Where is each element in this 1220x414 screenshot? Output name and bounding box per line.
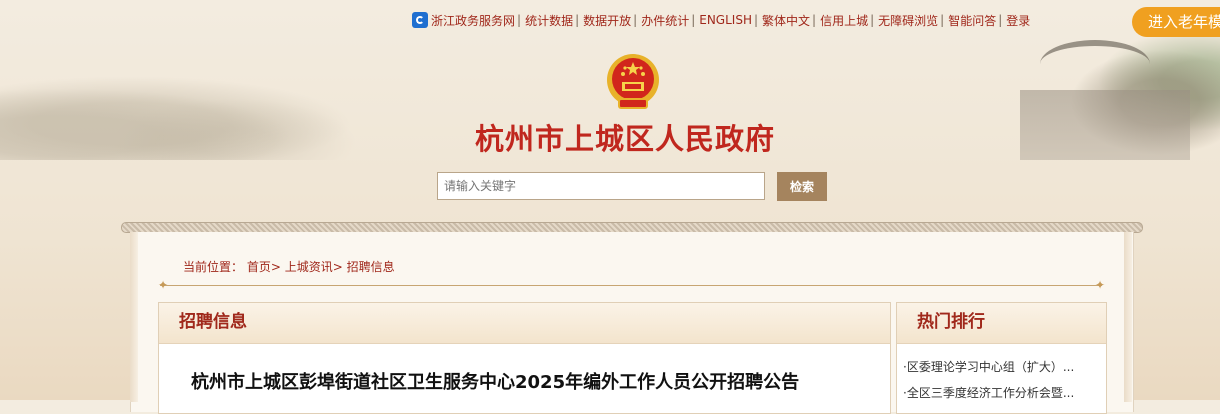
breadcrumb-home[interactable]: 首页 xyxy=(247,260,271,274)
nav-separator: | xyxy=(517,13,522,27)
breadcrumb-separator: > xyxy=(332,260,347,274)
nav-smart-qa[interactable]: 智能问答 xyxy=(948,12,996,29)
article-title: 杭州市上城区彭埠街道社区卫生服务中心2025年编外工作人员公开招聘公告 xyxy=(191,372,800,393)
list-item[interactable]: ·全区三季度经济工作分析会暨... xyxy=(903,380,1106,406)
nav-separator: | xyxy=(691,13,696,27)
list-item[interactable]: ·区委理论学习中心组（扩大）... xyxy=(903,354,1106,380)
breadcrumb-label: 当前位置： xyxy=(183,260,244,274)
ornament-left-icon: ✦ xyxy=(157,278,169,292)
top-navigation: 浙江政务服务网 | 统计数据 | 数据开放 | 办件统计 | ENGLISH |… xyxy=(412,10,1030,30)
nav-login[interactable]: 登录 xyxy=(1006,12,1030,29)
nav-separator: | xyxy=(940,13,945,27)
nav-english[interactable]: ENGLISH xyxy=(699,13,752,27)
search-input[interactable] xyxy=(437,172,765,200)
background-wall xyxy=(1020,90,1190,160)
nav-separator: | xyxy=(870,13,875,27)
background-landscape xyxy=(0,40,520,160)
nav-separator: | xyxy=(812,13,817,27)
nav-credit[interactable]: 信用上城 xyxy=(820,12,868,29)
scroll-left-edge xyxy=(130,232,138,402)
nav-traditional-chinese[interactable]: 繁体中文 xyxy=(762,12,810,29)
nav-accessibility[interactable]: 无障碍浏览 xyxy=(878,12,938,29)
national-emblem-icon xyxy=(607,54,659,109)
main-section-header: 招聘信息 xyxy=(159,303,890,344)
section-title: 招聘信息 xyxy=(179,312,247,332)
hot-ranking-header: 热门排行 xyxy=(897,303,1106,344)
nav-separator: | xyxy=(633,13,638,27)
nav-separator: | xyxy=(998,13,1003,27)
main-content-box: 招聘信息 杭州市上城区彭埠街道社区卫生服务中心2025年编外工作人员公开招聘公告 xyxy=(158,302,891,414)
breadcrumb-news[interactable]: 上城资讯 xyxy=(285,260,333,274)
breadcrumb-separator: > xyxy=(270,260,285,274)
ornament-right-icon: ✦ xyxy=(1094,278,1106,292)
nav-statistics[interactable]: 统计数据 xyxy=(525,12,573,29)
breadcrumb-recruitment[interactable]: 招聘信息 xyxy=(347,260,395,274)
hot-ranking-list: ·区委理论学习中心组（扩大）... ·全区三季度经济工作分析会暨... xyxy=(897,354,1106,406)
nav-separator: | xyxy=(575,13,580,27)
hot-ranking-box: 热门排行 ·区委理论学习中心组（扩大）... ·全区三季度经济工作分析会暨... xyxy=(896,302,1107,414)
ornament-divider xyxy=(160,285,1102,286)
search-button[interactable]: 检索 xyxy=(777,172,827,201)
nav-case-statistics[interactable]: 办件统计 xyxy=(641,12,689,29)
elder-mode-button[interactable]: 进入老年模式 xyxy=(1132,7,1220,37)
site-title: 杭州市上城区人民政府 xyxy=(475,122,776,156)
hot-ranking-title: 热门排行 xyxy=(917,312,985,332)
scroll-right-edge xyxy=(1124,232,1132,402)
nav-separator: | xyxy=(753,13,759,27)
breadcrumb: 当前位置： 首页> 上城资讯> 招聘信息 xyxy=(183,258,395,275)
zhejiang-service-icon xyxy=(412,12,428,28)
nav-open-data[interactable]: 数据开放 xyxy=(583,12,631,29)
nav-zhejiang-service[interactable]: 浙江政务服务网 xyxy=(431,12,515,29)
